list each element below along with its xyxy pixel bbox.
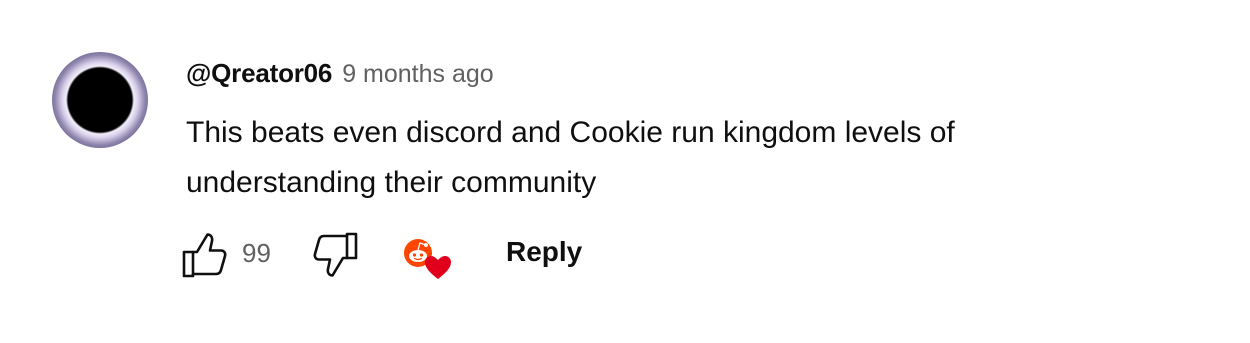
comment-header: @Qreator06 9 months ago	[186, 58, 494, 92]
reply-button[interactable]: Reply	[506, 236, 582, 268]
like-button[interactable]	[180, 228, 230, 282]
thumbs-up-icon	[182, 233, 227, 278]
thumbs-down-icon	[313, 232, 358, 277]
comment-thread: @Qreator06 9 months ago This beats even …	[0, 0, 1250, 343]
author-name[interactable]: @Qreator06	[186, 58, 332, 89]
comment-text-line: This beats even discord and Cookie run k…	[186, 116, 955, 149]
comment-text: This beats even discord and Cookie run k…	[186, 108, 1146, 208]
creator-heart-icon	[404, 239, 451, 279]
dislike-button[interactable]	[310, 228, 360, 282]
comment-timestamp[interactable]: 9 months ago	[342, 60, 494, 89]
comment-actions: 99 Reply	[180, 228, 680, 284]
comment-text-line: understanding their community	[186, 166, 597, 199]
like-count: 99	[242, 238, 271, 268]
avatar[interactable]	[52, 52, 148, 148]
creator-heart-button[interactable]	[396, 228, 452, 282]
